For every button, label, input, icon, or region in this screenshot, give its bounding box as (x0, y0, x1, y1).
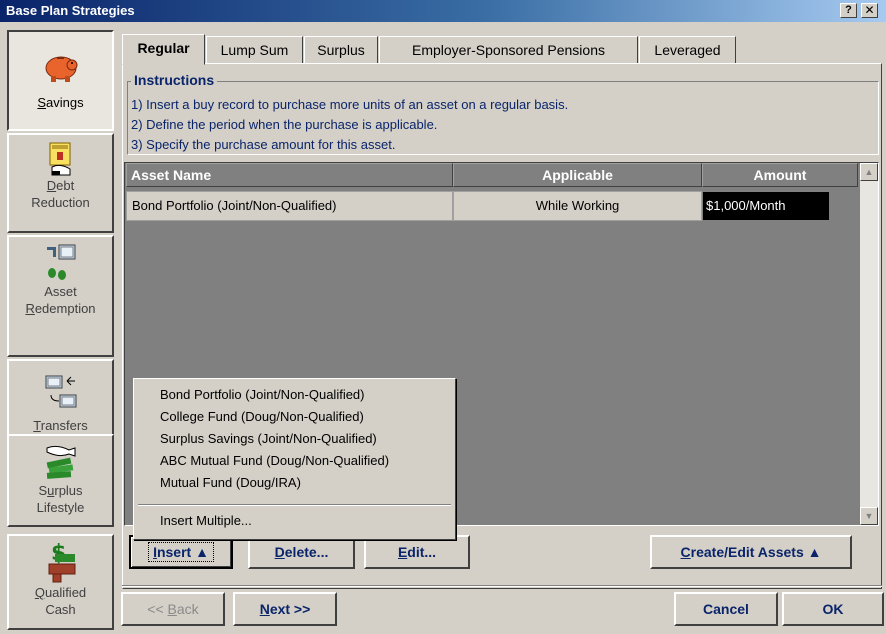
sidebar-item-qualified-cash[interactable]: $ Qualified Cash (7, 534, 114, 630)
sidebar-item-surplus-lifestyle[interactable]: Surplus Lifestyle (7, 434, 114, 527)
table-cell-amount[interactable]: $1,000/Month (702, 191, 830, 221)
sidebar-label-debt: Debt (46, 178, 75, 193)
menu-item-asset[interactable]: ABC Mutual Fund (Doug/Non-Qualified) (160, 453, 389, 468)
vertical-scrollbar[interactable]: ▲ ▼ (860, 163, 878, 525)
svg-text:$: $ (51, 541, 66, 566)
scroll-down-button[interactable]: ▼ (860, 507, 878, 525)
tab-employer-sponsored-pensions[interactable]: Employer-Sponsored Pensions (379, 36, 638, 64)
sidebar-item-savings[interactable]: Savings (7, 30, 114, 131)
close-button[interactable]: ✕ (861, 3, 878, 18)
edit-button[interactable]: Edit... (364, 535, 470, 569)
delete-button[interactable]: Delete... (248, 535, 355, 569)
sidebar-label-savings: Savings (37, 95, 84, 110)
help-button[interactable]: ? (840, 3, 857, 18)
create-edit-assets-button[interactable]: Create/Edit Assets ▲ (650, 535, 852, 569)
menu-item-insert-multiple[interactable]: Insert Multiple... (160, 513, 252, 528)
instruction-line-3: 3) Specify the purchase amount for this … (131, 137, 396, 152)
table-cell-asset-name[interactable]: Bond Portfolio (Joint/Non-Qualified) (126, 191, 453, 221)
instructions-title: Instructions (131, 72, 218, 88)
sidebar-label-asset: Asset (44, 284, 77, 299)
strategy-sidebar: Savings Debt Reduction Asset Redemption (7, 30, 114, 632)
tab-surplus[interactable]: Surplus (304, 36, 378, 64)
column-header-amount[interactable]: Amount (702, 163, 858, 187)
sidebar-label-qualified: Qualified (34, 585, 87, 600)
menu-item-asset[interactable]: College Fund (Doug/Non-Qualified) (160, 409, 364, 424)
menu-item-asset[interactable]: Mutual Fund (Doug/IRA) (160, 475, 301, 490)
sidebar-item-debt-reduction[interactable]: Debt Reduction (7, 133, 114, 233)
money-hand-icon (46, 445, 75, 479)
ok-button[interactable]: OK (782, 592, 884, 626)
scroll-up-button[interactable]: ▲ (860, 163, 878, 181)
piggy-bank-icon (45, 56, 77, 82)
qualified-cash-icon: $ (48, 541, 75, 583)
next-button[interactable]: Next >> (233, 592, 337, 626)
sidebar-item-asset-redemption[interactable]: Asset Redemption (7, 235, 114, 357)
transfer-icon (45, 375, 76, 408)
loan-document-icon (49, 142, 70, 176)
tab-leveraged[interactable]: Leveraged (639, 36, 736, 64)
cancel-button[interactable]: Cancel (674, 592, 778, 626)
back-button[interactable]: << Back (121, 592, 225, 626)
sidebar-label-reduction: Reduction (31, 195, 90, 210)
window-title: Base Plan Strategies (6, 3, 135, 18)
sidebar-label-surplus: Surplus (38, 483, 83, 498)
instruction-line-2: 2) Define the period when the purchase i… (131, 117, 438, 132)
tab-lump-sum[interactable]: Lump Sum (206, 36, 303, 64)
sidebar-label-lifestyle: Lifestyle (36, 500, 85, 515)
sidebar-label-cash: Cash (45, 602, 76, 617)
asset-redemption-icon (46, 244, 75, 280)
instruction-line-1: 1) Insert a buy record to purchase more … (131, 97, 569, 112)
window-titlebar: Base Plan Strategies ? ✕ (0, 0, 886, 22)
tab-regular[interactable]: Regular (122, 34, 205, 65)
insert-popup-menu: Bond Portfolio (Joint/Non-Qualified) Col… (133, 378, 456, 540)
column-header-asset-name[interactable]: Asset Name (126, 163, 453, 187)
menu-item-asset[interactable]: Surplus Savings (Joint/Non-Qualified) (160, 431, 377, 446)
sidebar-label-transfers: Transfers (33, 418, 88, 433)
insert-button[interactable]: Insert ▲ (129, 535, 233, 569)
menu-item-asset[interactable]: Bond Portfolio (Joint/Non-Qualified) (160, 387, 365, 402)
column-header-applicable[interactable]: Applicable (453, 163, 702, 187)
bottom-separator (122, 585, 882, 587)
table-cell-applicable[interactable]: While Working (453, 191, 702, 221)
menu-separator (138, 504, 451, 506)
sidebar-label-redemption: Redemption (25, 301, 96, 316)
